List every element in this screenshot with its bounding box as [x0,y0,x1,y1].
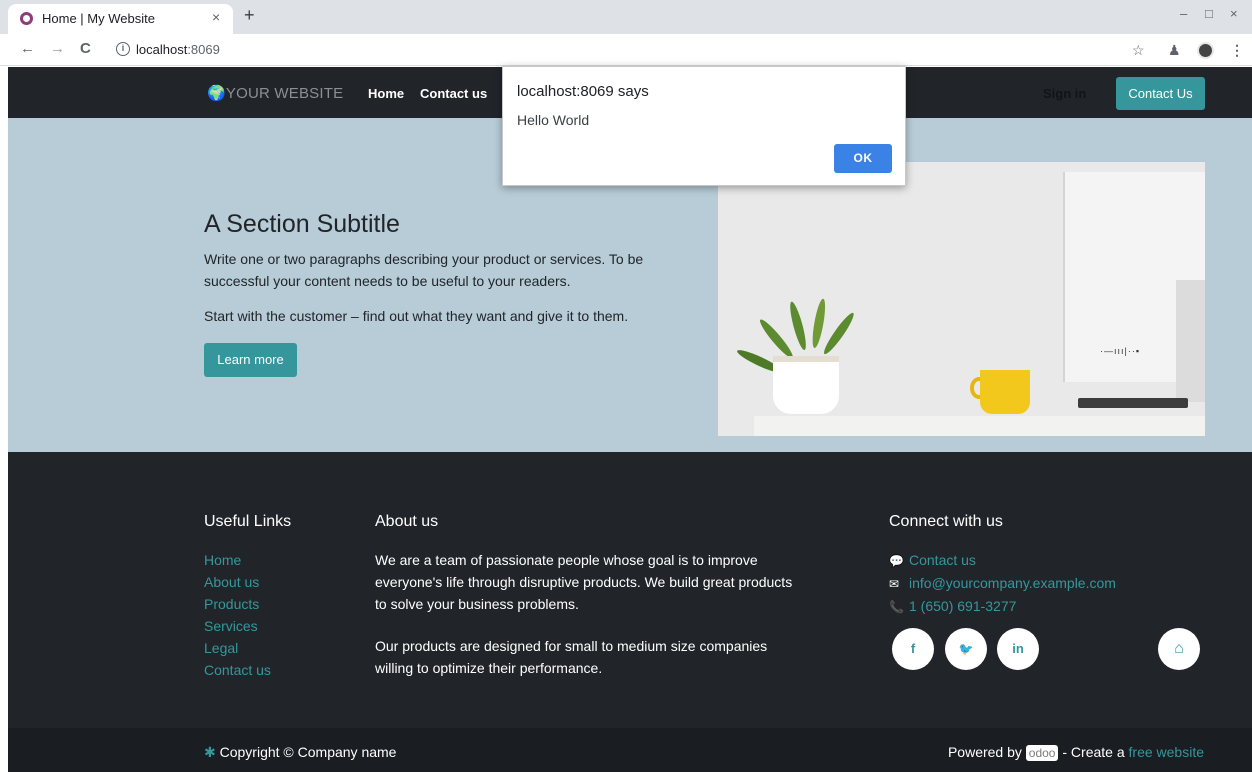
site-logo[interactable]: 🌍YOUR WEBSITE [207,84,343,102]
copyright-bar: ✱ Copyright © Company name Powered by od… [8,728,1252,772]
browser-menu-icon[interactable]: ⋮ [1230,42,1244,59]
close-window-button[interactable]: × [1230,6,1238,21]
new-tab-button[interactable]: + [244,5,255,26]
maximize-button[interactable]: □ [1205,6,1213,21]
back-button[interactable]: ← [20,40,35,57]
site-info-icon[interactable]: i [116,42,130,56]
footer-link-about[interactable]: About us [204,571,271,593]
facebook-icon[interactable]: f [892,628,934,670]
bug-icon: ✱ [204,744,216,760]
linkedin-icon[interactable]: in [997,628,1039,670]
envelope-icon: ✉ [889,577,900,591]
site-footer: Useful Links Home About us Products Serv… [8,452,1252,728]
plant-leaf-shape [820,310,857,357]
copyright-text: ✱ Copyright © Company name [204,744,396,761]
browser-tabstrip: Home | My Website × + – □ × [0,0,1252,34]
dialog-title: localhost:8069 says [517,83,649,100]
footer-link-home[interactable]: Home [204,549,271,571]
connect-contact-link[interactable]: Contact us [909,552,976,568]
connect-contact-item[interactable]: 💬 Contact us [889,549,1116,572]
dialog-ok-button[interactable]: OK [834,144,892,173]
connect-email-link[interactable]: info@yourcompany.example.com [909,575,1116,591]
learn-more-button[interactable]: Learn more [204,343,297,377]
header-contact-button[interactable]: Contact Us [1116,77,1205,110]
sign-in-link[interactable]: Sign in [1043,86,1086,101]
browser-toolbar: ← → C i localhost:8069 ☆ ♟ ⋮ [0,34,1252,66]
nav-link-contact[interactable]: Contact us [420,86,487,101]
reload-button[interactable]: C [80,40,91,57]
hero-paragraph-1: Write one or two paragraphs describing y… [204,251,644,289]
section-subtitle: A Section Subtitle [204,210,400,238]
minimize-button[interactable]: – [1180,6,1187,21]
keyboard-shape [1078,398,1188,408]
nav-link-home[interactable]: Home [368,86,404,101]
plant-leaf-shape [756,316,796,361]
tab-title: Home | My Website [42,11,155,26]
forward-button[interactable]: → [50,40,65,57]
speaker-dots-shape: ·—ııı|··▪ [1100,346,1141,356]
hero-paragraph-2: Start with the customer – find out what … [204,308,629,324]
connect-phone-item[interactable]: 📞 1 (650) 691-3277 [889,595,1116,618]
profile-avatar[interactable] [1197,42,1214,59]
bookmark-star-icon[interactable]: ☆ [1132,42,1145,59]
powered-by-label: Powered by [947,744,1022,760]
plant-pot-shape [773,356,839,414]
free-website-link[interactable]: free website [1129,744,1204,760]
footer-link-products[interactable]: Products [204,593,271,615]
odoo-logo[interactable]: odoo [1025,745,1059,761]
hero-desk-image: ·—ııı|··▪ [718,162,1205,436]
useful-links-list: Home About us Products Services Legal Co… [204,549,271,681]
url-host: localhost [136,42,188,57]
chat-bubble-icon: 💬 [889,554,904,568]
url-port: :8069 [187,42,220,57]
connect-phone-link[interactable]: 1 (650) 691-3277 [909,598,1016,614]
about-paragraph-2: Our products are designed for small to m… [375,638,768,676]
plant-leaf-shape [810,297,828,349]
create-label: - Create a [1062,744,1125,760]
footer-link-services[interactable]: Services [204,615,271,637]
shelf-shape [754,416,1205,436]
about-paragraph-1: We are a team of passionate people whose… [375,552,793,612]
monitor-stand-shape [1176,280,1205,402]
odoo-favicon-icon [20,12,33,25]
useful-links-heading: Useful Links [204,513,292,530]
tab-close-icon[interactable]: × [212,9,220,25]
powered-by: Powered by odoo - Create a free website [948,744,1204,761]
plant-leaf-shape [787,300,809,352]
address-bar[interactable]: i localhost:8069 [108,38,1238,62]
dialog-message: Hello World [517,112,590,128]
footer-link-legal[interactable]: Legal [204,637,271,659]
home-icon[interactable]: ⌂ [1158,628,1200,670]
footer-link-contact[interactable]: Contact us [204,659,271,681]
copyright-label: Copyright © Company name [219,744,397,760]
logo-text: YOUR WEBSITE [225,85,344,102]
url-text: localhost:8069 [136,42,220,57]
yellow-mug-shape [980,370,1030,414]
about-heading: About us [375,513,439,530]
extensions-puzzle-icon[interactable]: ♟ [1168,42,1181,59]
connect-email-item[interactable]: ✉ info@yourcompany.example.com [889,572,1116,595]
phone-icon: 📞 [889,600,904,614]
connect-heading: Connect with us [889,513,1003,530]
alert-dialog: localhost:8069 says Hello World OK [502,66,906,186]
globe-icon: 🌍 [207,85,226,102]
twitter-icon[interactable]: 🐦 [945,628,987,670]
browser-tab-home[interactable]: Home | My Website × [8,4,233,34]
connect-list: 💬 Contact us ✉ info@yourcompany.example.co… [889,549,1116,618]
